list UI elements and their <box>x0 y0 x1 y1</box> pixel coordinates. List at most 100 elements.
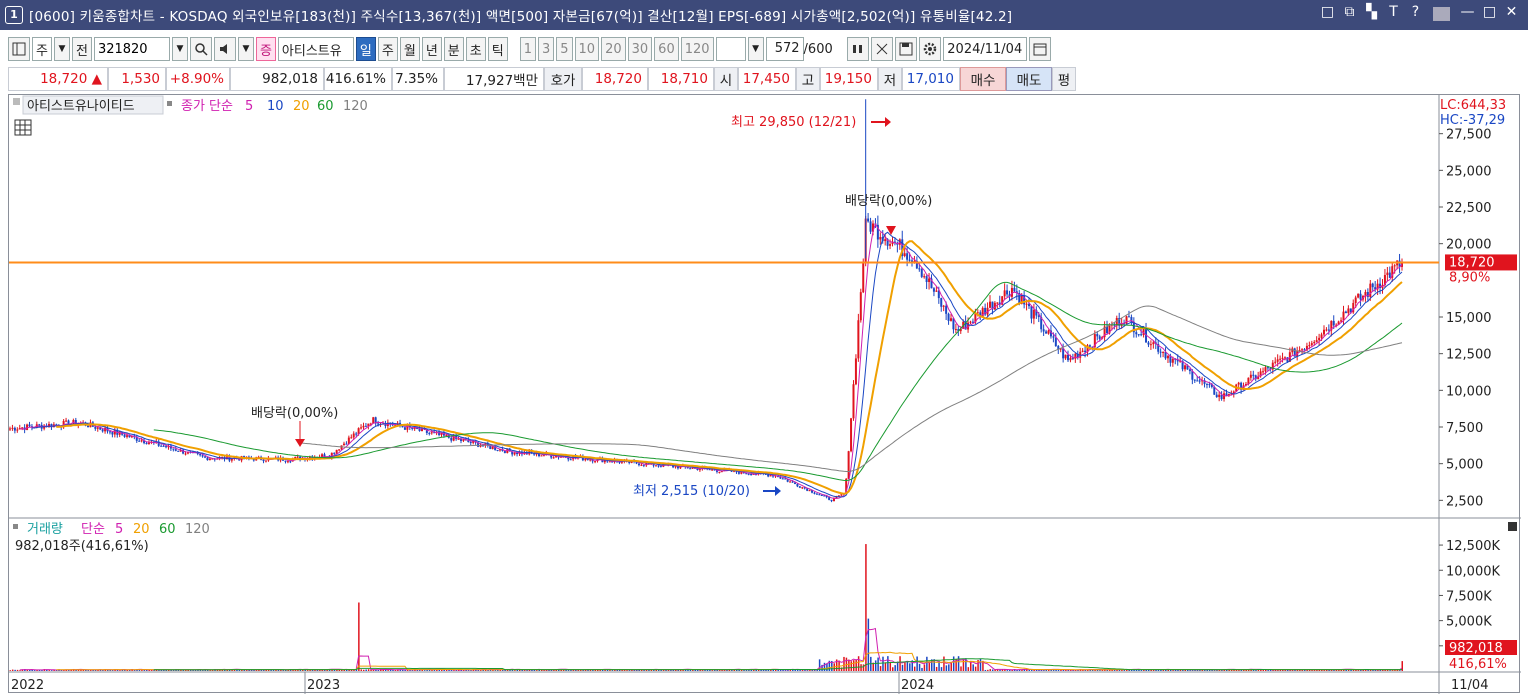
table-icon[interactable] <box>14 119 32 136</box>
interval-1[interactable]: 1 <box>519 37 536 61</box>
buy-button[interactable]: 매수 <box>960 67 1006 91</box>
candle-body <box>1308 345 1311 347</box>
date-input[interactable]: 2024/11/04 <box>942 37 1027 61</box>
volume-bar <box>877 657 879 671</box>
interval-20[interactable]: 20 <box>601 37 626 61</box>
candle-body <box>450 437 453 441</box>
candle-body <box>286 461 289 463</box>
candle-body <box>96 427 99 429</box>
candle-body <box>1315 340 1318 342</box>
gear-icon[interactable] <box>918 37 941 61</box>
candle-body <box>906 253 909 260</box>
restore-icon[interactable]: ⧉ <box>1341 4 1358 21</box>
vol-ma5-label: 5 <box>115 522 123 537</box>
volume-bar <box>952 656 955 671</box>
interval-30[interactable]: 30 <box>627 37 653 61</box>
volume-bar <box>1391 670 1394 671</box>
maximize-icon[interactable]: □ <box>1481 4 1498 21</box>
minimize-icon[interactable]: — <box>1459 4 1476 21</box>
period-month-tab[interactable]: 월 <box>399 37 420 61</box>
candle-body <box>342 443 345 446</box>
interval-3[interactable]: 3 <box>537 37 555 61</box>
custom-interval-input[interactable] <box>715 37 746 61</box>
crosshair-icon[interactable] <box>870 37 893 61</box>
chevron-down-icon[interactable]: ▼ <box>53 37 70 61</box>
stock-name-field[interactable]: 아티스트유 <box>277 37 354 61</box>
period-second-tab[interactable]: 초 <box>465 37 486 61</box>
zoom-in-icon[interactable] <box>846 37 869 61</box>
period-minute-tab[interactable]: 분 <box>443 37 464 61</box>
candle-body <box>1047 330 1050 334</box>
candle-body <box>1208 384 1211 386</box>
volume-bar <box>923 664 926 671</box>
candle-body <box>1127 316 1130 318</box>
collapse-icon[interactable] <box>1508 522 1517 531</box>
volume-ma-lines <box>19 627 1403 671</box>
volume-bar <box>823 662 826 671</box>
candle-body <box>147 442 150 444</box>
candle-body <box>925 276 928 282</box>
vol-ma20-line <box>56 651 1403 671</box>
volume-bar <box>209 670 211 671</box>
candle-body <box>491 446 494 449</box>
period-tick-tab[interactable]: 틱 <box>487 37 508 61</box>
ma60-label: 60 <box>317 99 334 114</box>
font-icon[interactable]: T <box>1385 4 1402 21</box>
candle-body <box>813 492 816 494</box>
ask-label: 호가 <box>544 67 582 91</box>
interval-10[interactable]: 10 <box>574 37 600 61</box>
candle-body <box>1369 283 1372 298</box>
pin-icon[interactable]: ▚ <box>1363 4 1380 21</box>
prev-button[interactable]: 전 <box>71 37 92 61</box>
candle-body <box>830 499 833 502</box>
period-day-tab[interactable]: 일 <box>355 37 376 61</box>
stock-code-input[interactable] <box>93 37 170 61</box>
close-icon[interactable]: ✕ <box>1503 4 1520 21</box>
volume-bar <box>423 670 426 671</box>
speaker-icon[interactable] <box>213 37 236 61</box>
volume-bar <box>894 665 896 671</box>
volume-bar <box>850 661 853 671</box>
candle-body <box>859 292 862 321</box>
candle-body <box>1327 329 1330 331</box>
save-icon[interactable] <box>894 37 917 61</box>
volume-bar <box>1389 670 1391 671</box>
ma5-label: 5 <box>245 99 253 114</box>
price-volume-chart[interactable]: 아티스트유나이티드 종가 단순 5 10 20 60 120 LC:644,33… <box>9 95 1521 694</box>
candle-body <box>718 471 721 473</box>
layout-icon[interactable] <box>8 37 30 61</box>
window-title-bar: 1 [0600] 키움종합차트 - KOSDAQ 외국인보유[183(천)] 주… <box>0 0 1528 30</box>
ma20-label: 20 <box>293 99 310 114</box>
interval-60[interactable]: 60 <box>654 37 679 61</box>
volume-bar <box>48 670 51 671</box>
chevron-down-icon[interactable]: ▼ <box>171 37 188 61</box>
period-type-select[interactable]: 주 <box>32 37 52 61</box>
eval-button[interactable]: 평 <box>1052 67 1076 91</box>
calendar-icon[interactable] <box>1028 37 1051 61</box>
link-icon[interactable]: □ <box>1319 4 1336 21</box>
period-year-tab[interactable]: 년 <box>421 37 442 61</box>
data-count-input[interactable]: 572 <box>765 37 804 61</box>
volume-bar <box>16 669 19 671</box>
volume-bar <box>9 670 11 671</box>
current-pct-tag: 8,90% <box>1449 270 1490 285</box>
candle-body <box>1084 350 1087 353</box>
interval-120[interactable]: 120 <box>680 37 714 61</box>
chevron-down-icon[interactable]: ▼ <box>237 37 254 61</box>
candle-body <box>296 456 299 458</box>
search-icon[interactable] <box>189 37 212 61</box>
sell-button[interactable]: 매도 <box>1006 67 1052 91</box>
volume-y-tick-label: 7,500K <box>1446 589 1492 604</box>
chart-panel[interactable]: 아티스트유나이티드 종가 단순 5 10 20 60 120 LC:644,33… <box>8 94 1521 694</box>
period-week-tab[interactable]: 주 <box>377 37 398 61</box>
volume-bar <box>1238 670 1240 671</box>
volume-bar <box>960 666 962 671</box>
candle-body <box>1196 380 1199 382</box>
interval-5[interactable]: 5 <box>556 37 573 61</box>
chevron-down-icon[interactable]: ▼ <box>747 37 764 61</box>
candle-body <box>101 429 104 432</box>
help-icon[interactable]: ? <box>1407 4 1424 21</box>
volume-bar <box>158 670 160 671</box>
candle-body <box>352 433 355 438</box>
candle-body <box>172 448 175 450</box>
